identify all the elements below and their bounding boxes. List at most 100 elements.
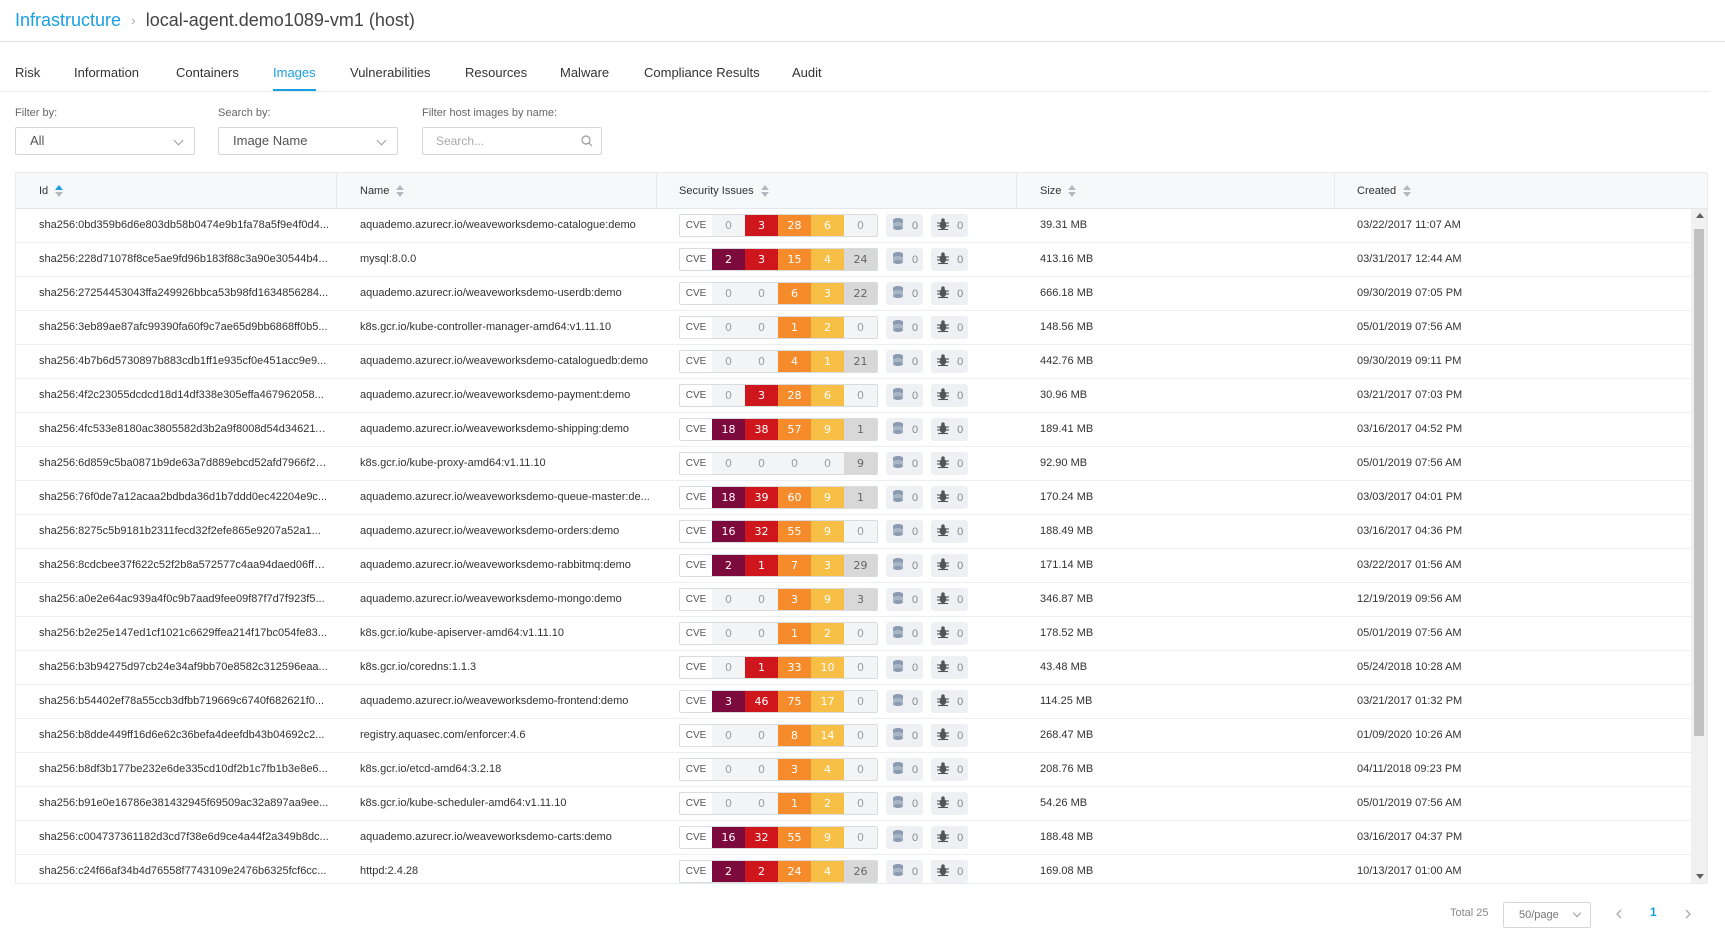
cve-severity-bar[interactable]: CVE 2 2 24 4 26 [679, 860, 878, 883]
cve-severity-bar[interactable]: CVE 16 32 55 9 0 [679, 520, 878, 543]
image-name[interactable]: k8s.gcr.io/etcd-amd64:3.2.18 [360, 753, 660, 787]
malware-count-badge[interactable]: 0 [886, 384, 924, 407]
malware-count-badge[interactable]: 0 [886, 350, 924, 373]
column-header-name[interactable]: Name [360, 173, 405, 209]
scroll-up-arrow[interactable] [1696, 213, 1704, 218]
image-name[interactable]: aquademo.azurecr.io/weaveworksdemo-catal… [360, 345, 660, 379]
sensitive-data-count-badge[interactable]: 0 [931, 486, 969, 509]
malware-count-badge[interactable]: 0 [886, 520, 924, 543]
sort-icon[interactable] [55, 185, 64, 197]
malware-count-badge[interactable]: 0 [886, 656, 924, 679]
sensitive-data-count-badge[interactable]: 0 [931, 656, 969, 679]
malware-count-badge[interactable]: 0 [886, 826, 924, 849]
malware-count-badge[interactable]: 0 [886, 486, 924, 509]
sort-icon[interactable] [1403, 185, 1412, 197]
malware-count-badge[interactable]: 0 [886, 248, 924, 271]
tab-risk[interactable]: Risk [15, 61, 40, 91]
sensitive-data-count-badge[interactable]: 0 [931, 452, 969, 475]
sensitive-data-count-badge[interactable]: 0 [931, 384, 969, 407]
cve-severity-bar[interactable]: CVE 0 3 28 6 0 [679, 384, 878, 407]
scroll-down-arrow[interactable] [1696, 874, 1704, 879]
column-header-security[interactable]: Security Issues [679, 173, 769, 209]
table-row[interactable]: sha256:b8dde449ff16d6e62c36befa4deefdb43… [16, 719, 1691, 753]
table-row[interactable]: sha256:228d71078f8ce5ae9fd96b183f88c3a90… [16, 243, 1691, 277]
cve-severity-bar[interactable]: CVE 18 39 60 9 1 [679, 486, 878, 509]
malware-count-badge[interactable]: 0 [886, 792, 924, 815]
tab-audit[interactable]: Audit [792, 61, 822, 91]
cve-severity-bar[interactable]: CVE 2 3 15 4 24 [679, 248, 878, 271]
malware-count-badge[interactable]: 0 [886, 724, 924, 747]
table-row[interactable]: sha256:a0e2e64ac939a4f0c9b7aad9fee09f87f… [16, 583, 1691, 617]
tab-images[interactable]: Images [273, 61, 316, 91]
table-row[interactable]: sha256:8cdcbee37f622c52f2b8a572577c4aa94… [16, 549, 1691, 583]
sensitive-data-count-badge[interactable]: 0 [931, 826, 969, 849]
image-name[interactable]: aquademo.azurecr.io/weaveworksdemo-mongo… [360, 583, 660, 617]
table-row[interactable]: sha256:b91e0e16786e381432945f69509ac32a8… [16, 787, 1691, 821]
image-name[interactable]: aquademo.azurecr.io/weaveworksdemo-catal… [360, 209, 660, 243]
chevron-right-icon[interactable] [1680, 906, 1696, 922]
cve-severity-bar[interactable]: CVE 2 1 7 3 29 [679, 554, 878, 577]
tab-information[interactable]: Information [74, 61, 139, 91]
filter-by-select[interactable]: All [15, 127, 195, 155]
table-scrollbar[interactable] [1691, 209, 1707, 883]
image-name[interactable]: httpd:2.4.28 [360, 855, 660, 883]
sensitive-data-count-badge[interactable]: 0 [931, 282, 969, 305]
sensitive-data-count-badge[interactable]: 0 [931, 792, 969, 815]
search-input[interactable] [423, 128, 573, 154]
sort-icon[interactable] [1068, 185, 1077, 197]
sensitive-data-count-badge[interactable]: 0 [931, 316, 969, 339]
table-row[interactable]: sha256:b2e25e147ed1cf1021c6629ffea214f17… [16, 617, 1691, 651]
malware-count-badge[interactable]: 0 [886, 418, 924, 441]
malware-count-badge[interactable]: 0 [886, 316, 924, 339]
sort-icon[interactable] [760, 185, 769, 197]
sensitive-data-count-badge[interactable]: 0 [931, 554, 969, 577]
image-name[interactable]: k8s.gcr.io/kube-scheduler-amd64:v1.11.10 [360, 787, 660, 821]
cve-severity-bar[interactable]: CVE 0 0 3 9 3 [679, 588, 878, 611]
image-name[interactable]: aquademo.azurecr.io/weaveworksdemo-userd… [360, 277, 660, 311]
malware-count-badge[interactable]: 0 [886, 554, 924, 577]
table-row[interactable]: sha256:c004737361182d3cd7f38e6d9ce4a44f2… [16, 821, 1691, 855]
tab-containers[interactable]: Containers [176, 61, 239, 91]
table-row[interactable]: sha256:6d859c5ba0871b9de63a7d889ebcd52af… [16, 447, 1691, 481]
malware-count-badge[interactable]: 0 [886, 758, 924, 781]
table-row[interactable]: sha256:0bd359b6d6e803db58b0474e9b1fa78a5… [16, 209, 1691, 243]
malware-count-badge[interactable]: 0 [886, 588, 924, 611]
table-row[interactable]: sha256:b3b94275d97cb24e34af9bb70e8582c31… [16, 651, 1691, 685]
sensitive-data-count-badge[interactable]: 0 [931, 214, 969, 237]
cve-severity-bar[interactable]: CVE 0 0 6 3 22 [679, 282, 878, 305]
table-row[interactable]: sha256:27254453043ffa249926bbca53b98fd16… [16, 277, 1691, 311]
cve-severity-bar[interactable]: CVE 0 0 8 14 0 [679, 724, 878, 747]
sensitive-data-count-badge[interactable]: 0 [931, 724, 969, 747]
cve-severity-bar[interactable]: CVE 0 0 1 2 0 [679, 622, 878, 645]
image-name[interactable]: aquademo.azurecr.io/weaveworksdemo-shipp… [360, 413, 660, 447]
table-row[interactable]: sha256:b8df3b177be232e6de335cd10df2b1c7f… [16, 753, 1691, 787]
table-row[interactable]: sha256:4b7b6d5730897b883cdb1ff1e935cf0e4… [16, 345, 1691, 379]
sensitive-data-count-badge[interactable]: 0 [931, 418, 969, 441]
cve-severity-bar[interactable]: CVE 0 0 0 0 9 [679, 452, 878, 475]
table-row[interactable]: sha256:76f0de7a12acaa2bdbda36d1b7ddd0ec4… [16, 481, 1691, 515]
table-row[interactable]: sha256:8275c5b9181b2311fecd32f2efe865e92… [16, 515, 1691, 549]
cve-severity-bar[interactable]: CVE 18 38 57 9 1 [679, 418, 878, 441]
sensitive-data-count-badge[interactable]: 0 [931, 758, 969, 781]
sensitive-data-count-badge[interactable]: 0 [931, 350, 969, 373]
image-name[interactable]: aquademo.azurecr.io/weaveworksdemo-rabbi… [360, 549, 660, 583]
image-name[interactable]: aquademo.azurecr.io/weaveworksdemo-carts… [360, 821, 660, 855]
malware-count-badge[interactable]: 0 [886, 690, 924, 713]
cve-severity-bar[interactable]: CVE 0 0 4 1 21 [679, 350, 878, 373]
column-header-id[interactable]: Id [39, 173, 64, 209]
sensitive-data-count-badge[interactable]: 0 [931, 860, 969, 883]
malware-count-badge[interactable]: 0 [886, 214, 924, 237]
cve-severity-bar[interactable]: CVE 0 0 1 2 0 [679, 316, 878, 339]
page-size-select[interactable]: 50/page [1503, 902, 1591, 928]
tab-resources[interactable]: Resources [465, 61, 527, 91]
search-icon[interactable] [581, 135, 593, 147]
table-row[interactable]: sha256:4fc533e8180ac3805582d3b2a9f8008d5… [16, 413, 1691, 447]
image-name[interactable]: k8s.gcr.io/kube-apiserver-amd64:v1.11.10 [360, 617, 660, 651]
tab-malware[interactable]: Malware [560, 61, 609, 91]
image-name[interactable]: registry.aquasec.com/enforcer:4.6 [360, 719, 660, 753]
sensitive-data-count-badge[interactable]: 0 [931, 520, 969, 543]
page-number-current[interactable]: 1 [1650, 905, 1657, 919]
cve-severity-bar[interactable]: CVE 0 0 1 2 0 [679, 792, 878, 815]
cve-severity-bar[interactable]: CVE 0 1 33 10 0 [679, 656, 878, 679]
image-name[interactable]: aquademo.azurecr.io/weaveworksdemo-front… [360, 685, 660, 719]
